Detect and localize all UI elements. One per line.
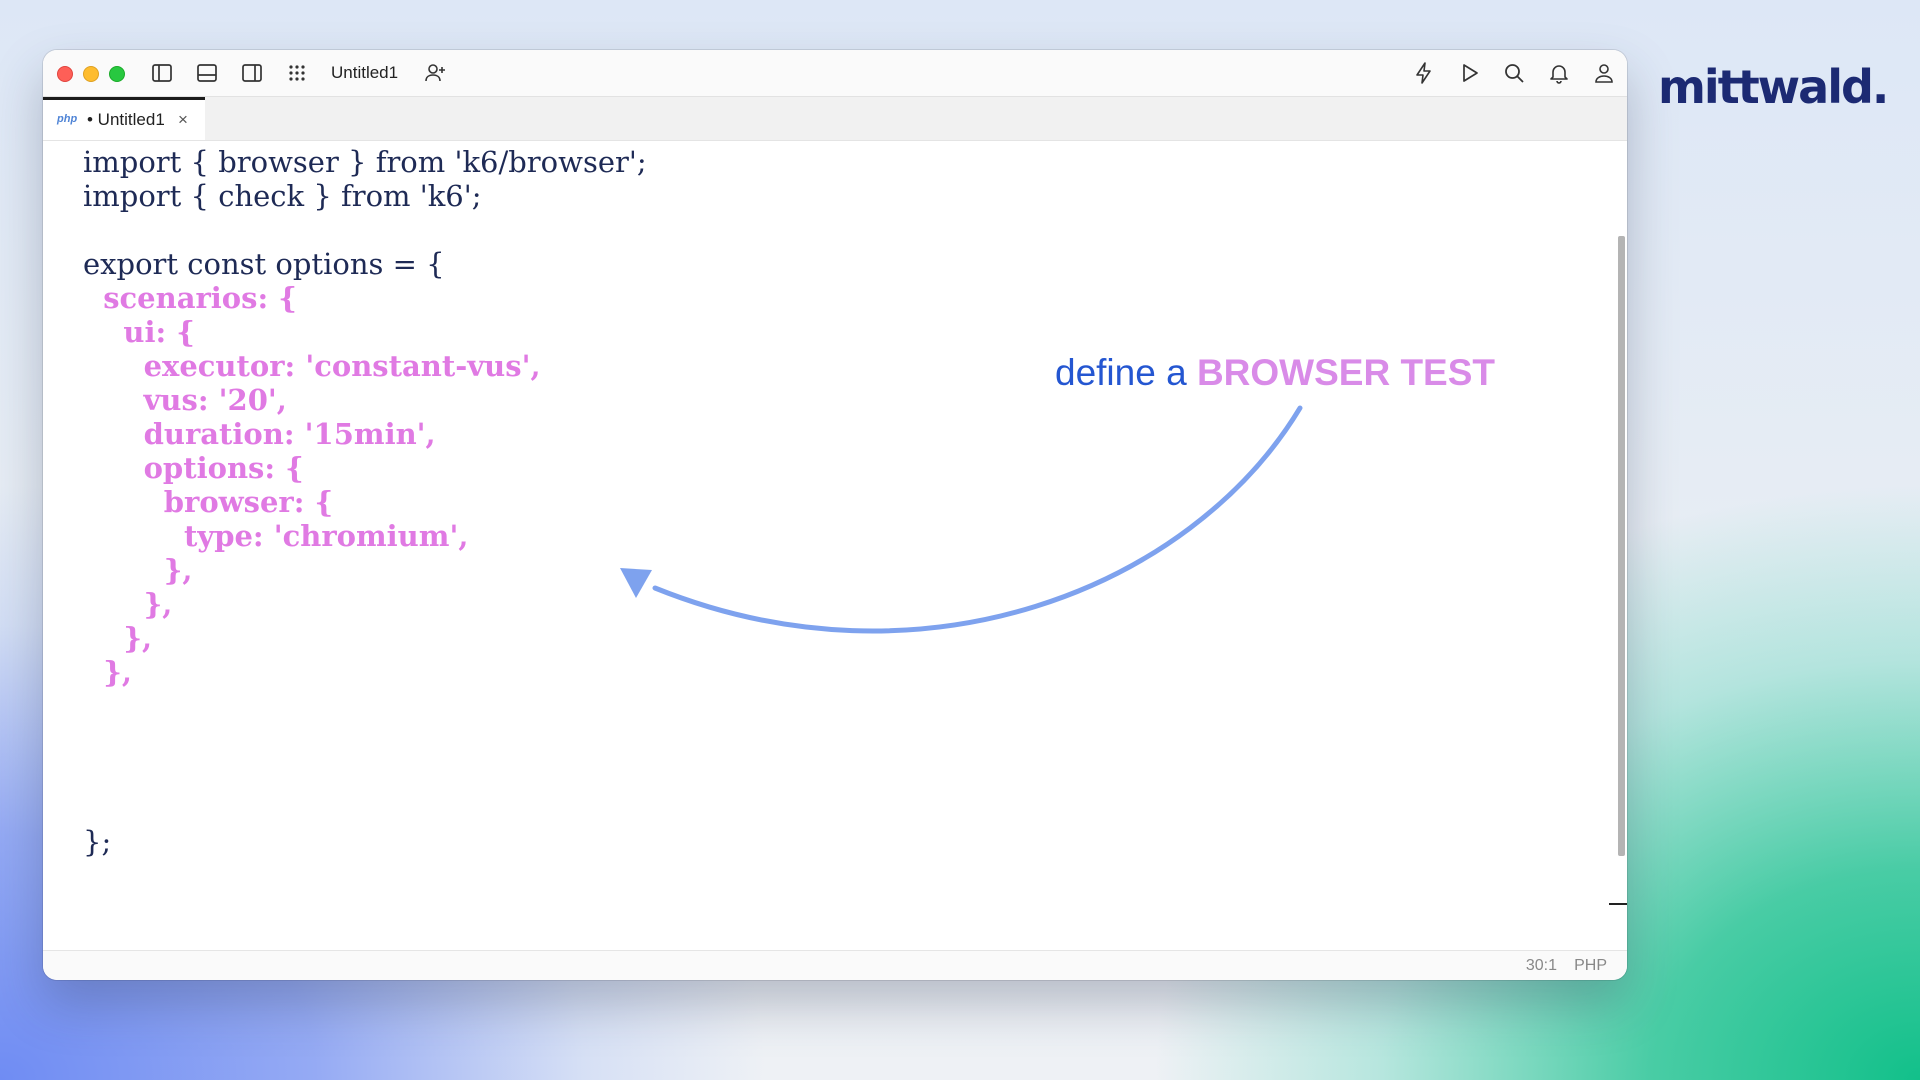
- cursor-position[interactable]: 30:1: [1526, 957, 1557, 975]
- language-mode[interactable]: PHP: [1574, 957, 1607, 975]
- bolt-icon[interactable]: [1412, 61, 1436, 85]
- search-icon[interactable]: [1502, 61, 1526, 85]
- code-line: import { browser } from 'k6/browser';: [83, 145, 647, 179]
- code-line: browser: {: [83, 485, 334, 519]
- code-line: ui: {: [83, 315, 195, 349]
- code-line: vus: '20',: [83, 383, 287, 417]
- code-line: executor: 'constant-vus',: [83, 349, 541, 383]
- panel-bottom-icon[interactable]: [195, 61, 219, 85]
- close-tab-icon[interactable]: ×: [178, 110, 188, 130]
- window-title: Untitled1: [331, 63, 399, 82]
- maximize-window-button[interactable]: [109, 66, 125, 82]
- code-line: },: [83, 655, 132, 689]
- user-icon[interactable]: [1592, 61, 1616, 85]
- code-line: },: [83, 621, 153, 655]
- sidebar-left-icon[interactable]: [150, 61, 174, 85]
- code-line: export const options = {: [83, 247, 445, 281]
- code-line: import { check } from 'k6';: [83, 179, 482, 213]
- close-window-button[interactable]: [57, 66, 73, 82]
- php-file-icon: php: [57, 113, 78, 125]
- code-line: },: [83, 587, 173, 621]
- tab-bar: php • Untitled1 ×: [43, 97, 1627, 141]
- annotation-emphasis: BROWSER TEST: [1196, 352, 1496, 393]
- code-line: scenarios: {: [83, 281, 297, 315]
- minimize-window-button[interactable]: [83, 66, 99, 82]
- code-editor[interactable]: import { browser } from 'k6/browser'; imp…: [43, 141, 1627, 951]
- tab-untitled1[interactable]: php • Untitled1 ×: [43, 97, 205, 140]
- title-bar: Untitled1: [43, 50, 1627, 97]
- grid-icon[interactable]: [285, 61, 309, 85]
- status-bar: 30:1 PHP: [43, 950, 1627, 980]
- sidebar-right-icon[interactable]: [240, 61, 264, 85]
- editor-window: Untitled1 php • Untitled1 × import { bro…: [43, 50, 1627, 980]
- add-user-icon[interactable]: [423, 61, 447, 85]
- play-icon[interactable]: [1457, 61, 1481, 85]
- brand-logo: mittwald.: [1658, 60, 1889, 114]
- tab-label: • Untitled1: [87, 110, 165, 129]
- annotation-callout: define a BROWSER TEST: [1055, 352, 1495, 394]
- annotation-prefix: define a: [1055, 352, 1197, 393]
- code-line: options: {: [83, 451, 304, 485]
- scroll-position-marker: [1609, 903, 1627, 905]
- code-line: duration: '15min',: [83, 417, 436, 451]
- vertical-scrollbar[interactable]: [1618, 236, 1625, 856]
- code-line: },: [83, 553, 193, 587]
- code-line: };: [83, 825, 112, 859]
- code-content: import { browser } from 'k6/browser'; imp…: [83, 145, 647, 859]
- bell-icon[interactable]: [1547, 61, 1571, 85]
- code-line: type: 'chromium',: [83, 519, 469, 553]
